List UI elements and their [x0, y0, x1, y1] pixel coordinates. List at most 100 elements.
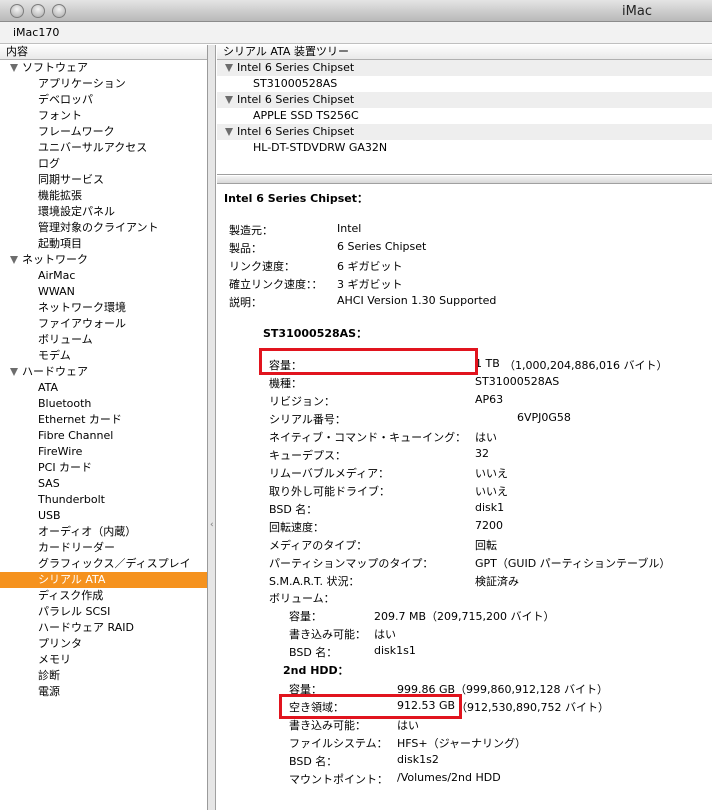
vol2-title: 2nd HDD：: [283, 664, 349, 677]
sidebar-item[interactable]: プリンタ: [0, 636, 207, 652]
property-value: 回転: [475, 539, 497, 552]
property-key: 説明：: [229, 296, 262, 309]
sidebar-item-label: ATA: [38, 381, 59, 394]
property-value: 検証済み: [475, 575, 519, 588]
property-key: ネイティブ・コマンド・キューイング：: [269, 431, 467, 444]
sidebar-item[interactable]: USB: [0, 508, 207, 524]
sidebar-item[interactable]: 電源: [0, 684, 207, 700]
property-key: リムーバブルメディア：: [269, 467, 390, 480]
window-title: iMac: [622, 4, 652, 19]
detail-pane: Intel 6 Series Chipset： 製造元： Intel 製品： 6 Se…: [217, 185, 712, 810]
disclosure-triangle-icon[interactable]: [10, 256, 18, 264]
disclosure-triangle-icon[interactable]: [225, 128, 233, 136]
property-key: 機種：: [269, 377, 302, 390]
disk-title: ST31000528AS：: [263, 327, 368, 340]
device-tree-header[interactable]: シリアル ATA 装置ツリー: [217, 45, 712, 60]
sidebar-item[interactable]: SAS: [0, 476, 207, 492]
device-tree-pane: シリアル ATA 装置ツリー Intel 6 Series Chipset ST3…: [217, 45, 712, 175]
sidebar-item[interactable]: ネットワーク環境: [0, 300, 207, 316]
sidebar-item[interactable]: 診断: [0, 668, 207, 684]
property-key: リビジョン：: [269, 395, 335, 408]
sidebar-item[interactable]: シリアル ATA: [0, 572, 207, 588]
sidebar-item[interactable]: ハードウェア RAID: [0, 620, 207, 636]
sidebar-item[interactable]: ボリューム: [0, 332, 207, 348]
sidebar-item[interactable]: メモリ: [0, 652, 207, 668]
device-tree-label: HL-DT-STDVDRW GA32N: [253, 141, 388, 154]
sidebar-item[interactable]: ATA: [0, 380, 207, 396]
sidebar-item[interactable]: グラフィックス／ディスプレイ: [0, 556, 207, 572]
sidebar-item-label: 環境設定パネル: [38, 205, 115, 218]
sidebar-item[interactable]: ファイアウォール: [0, 316, 207, 332]
disclosure-triangle-icon[interactable]: [10, 368, 18, 376]
volumes-label: ボリューム：: [269, 592, 335, 605]
free-space-highlight-box: [279, 694, 462, 719]
property-value: 6VPJ0G58: [517, 411, 571, 424]
device-tree-label: Intel 6 Series Chipset: [237, 93, 355, 106]
property-key: パーティションマップのタイプ：: [269, 557, 434, 570]
sidebar-item[interactable]: フレームワーク: [0, 124, 207, 140]
chipset-row[interactable]: Intel 6 Series Chipset: [217, 92, 712, 108]
splitter-grip-icon[interactable]: ‹: [210, 520, 214, 530]
sidebar-item-label: ハードウェア: [22, 365, 88, 378]
disclosure-triangle-icon[interactable]: [225, 64, 233, 72]
sidebar-item-label: PCI カード: [38, 461, 93, 474]
chipset-row[interactable]: Intel 6 Series Chipset: [217, 124, 712, 140]
sidebar-section[interactable]: ソフトウェア: [0, 60, 207, 76]
device-row[interactable]: ST31000528AS: [217, 76, 712, 92]
sidebar-item[interactable]: 環境設定パネル: [0, 204, 207, 220]
sidebar-item-label: ログ: [38, 157, 60, 170]
sidebar-item[interactable]: Thunderbolt: [0, 492, 207, 508]
sidebar-item[interactable]: ログ: [0, 156, 207, 172]
sidebar-item-label: SAS: [38, 477, 60, 490]
sidebar-item[interactable]: ユニバーサルアクセス: [0, 140, 207, 156]
device-row[interactable]: APPLE SSD TS256C: [217, 108, 712, 124]
sidebar-item[interactable]: フォント: [0, 108, 207, 124]
property-value: /Volumes/2nd HDD: [397, 771, 501, 784]
sidebar-item[interactable]: ディスク作成: [0, 588, 207, 604]
sidebar-item[interactable]: 起動項目: [0, 236, 207, 252]
sidebar-item[interactable]: Bluetooth: [0, 396, 207, 412]
sidebar-item-label: アプリケーション: [38, 77, 126, 90]
device-tree-label: APPLE SSD TS256C: [253, 109, 359, 122]
sidebar-item[interactable]: モデム: [0, 348, 207, 364]
property-key: キューデプス：: [269, 449, 346, 462]
sidebar-header[interactable]: 内容: [0, 45, 207, 60]
sidebar-item-label: ハードウェア RAID: [38, 621, 134, 634]
property-value: 1 TB: [475, 357, 500, 370]
device-tree-label: Intel 6 Series Chipset: [237, 61, 355, 74]
pane-splitter[interactable]: ‹: [208, 45, 216, 810]
disclosure-triangle-icon[interactable]: [225, 96, 233, 104]
sidebar-item[interactable]: カードリーダー: [0, 540, 207, 556]
device-row[interactable]: HL-DT-STDVDRW GA32N: [217, 140, 712, 156]
sidebar-item[interactable]: AirMac: [0, 268, 207, 284]
sidebar-item-label: Bluetooth: [38, 397, 92, 410]
sidebar-section[interactable]: ハードウェア: [0, 364, 207, 380]
sidebar-item[interactable]: Ethernet カード: [0, 412, 207, 428]
disclosure-triangle-icon[interactable]: [10, 64, 18, 72]
sidebar-item[interactable]: 管理対象のクライアント: [0, 220, 207, 236]
sidebar-item-label: フォント: [38, 109, 82, 122]
sidebar-item[interactable]: PCI カード: [0, 460, 207, 476]
property-key: リンク速度：: [229, 260, 295, 273]
sidebar-item[interactable]: アプリケーション: [0, 76, 207, 92]
sidebar-list: ソフトウェアアプリケーションデベロッパ フォントフレームワーク ユニバーサルアクセス…: [0, 60, 207, 700]
sidebar-item-label: ソフトウェア: [22, 61, 88, 74]
property-value: 6 ギガビット: [337, 260, 403, 273]
horizontal-splitter[interactable]: [217, 176, 712, 184]
sidebar-item[interactable]: Fibre Channel: [0, 428, 207, 444]
sidebar-item[interactable]: 機能拡張: [0, 188, 207, 204]
machine-bar: iMac170: [0, 22, 712, 44]
sidebar-item[interactable]: 同期サービス: [0, 172, 207, 188]
sidebar-item[interactable]: デベロッパ: [0, 92, 207, 108]
sidebar-item-label: ユニバーサルアクセス: [38, 141, 148, 154]
sidebar-item[interactable]: パラレル SCSI: [0, 604, 207, 620]
sidebar-section[interactable]: ネットワーク: [0, 252, 207, 268]
sidebar-item[interactable]: WWAN: [0, 284, 207, 300]
property-key: S.M.A.R.T. 状況：: [269, 575, 360, 588]
chipset-row[interactable]: Intel 6 Series Chipset: [217, 60, 712, 76]
sidebar-item-label: 電源: [38, 685, 60, 698]
sidebar-item-label: カードリーダー: [38, 541, 115, 554]
sidebar-item[interactable]: FireWire: [0, 444, 207, 460]
device-tree-label: Intel 6 Series Chipset: [237, 125, 355, 138]
sidebar-item[interactable]: オーディオ（内蔵）: [0, 524, 207, 540]
